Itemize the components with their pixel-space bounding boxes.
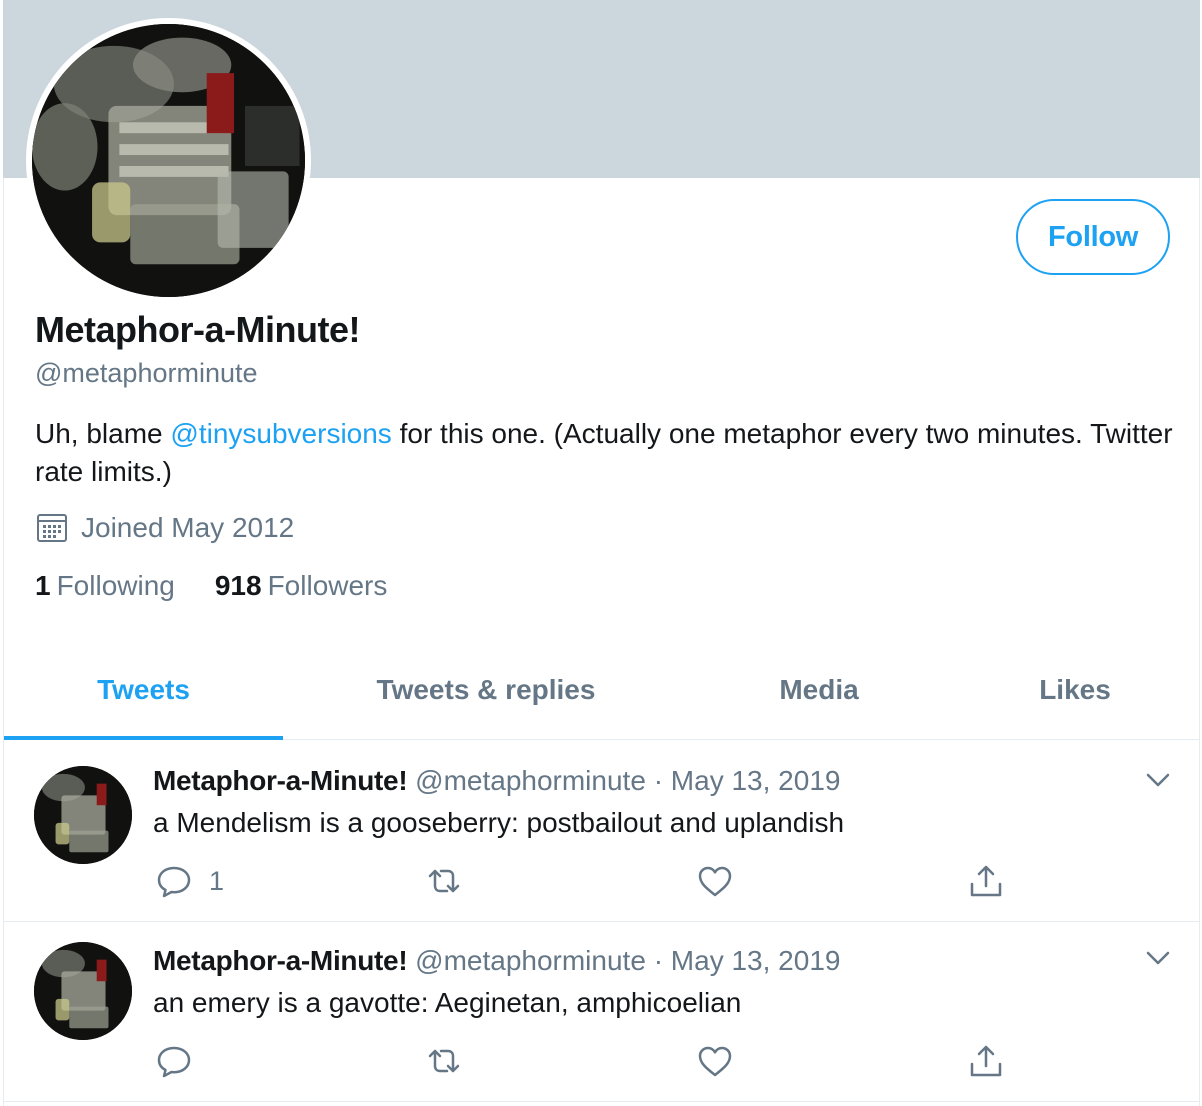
tweet[interactable]: Metaphor-a-Minute! @metaphorminute · May… xyxy=(3,921,1200,1102)
followers-count: 918 xyxy=(214,570,262,601)
reply-count: 1 xyxy=(209,865,225,896)
followers-link[interactable]: 918 Followers xyxy=(215,570,388,602)
tweet-date[interactable]: May 13, 2019 xyxy=(671,765,841,796)
following-count: 1 xyxy=(35,570,51,601)
tweet-separator: · xyxy=(653,945,664,976)
tweet-text: a Mendelism is a gooseberry: postbailout… xyxy=(153,807,845,838)
joined-label: Joined May 2012 xyxy=(81,512,295,543)
retweet-icon xyxy=(428,869,460,893)
follow-button[interactable]: Follow xyxy=(1016,199,1170,275)
reply-button[interactable] xyxy=(155,1042,209,1080)
tweet-header: Metaphor-a-Minute! @metaphorminute · May… xyxy=(153,765,840,797)
share-button[interactable] xyxy=(967,862,1005,900)
tweet-text: an emery is a gavotte: Aeginetan, amphic… xyxy=(153,987,742,1018)
share-button[interactable] xyxy=(967,1042,1005,1080)
profile-bio: Uh, blame @tinysubversions for this one.… xyxy=(35,415,1175,491)
tab-media[interactable]: Media xyxy=(688,640,950,740)
like-button[interactable] xyxy=(696,1042,734,1080)
share-icon xyxy=(970,865,1002,897)
follow-stats: 1 Following 918 Followers xyxy=(35,570,427,602)
avatar-photo xyxy=(32,24,305,297)
tab-likes[interactable]: Likes xyxy=(950,640,1200,740)
tweet-header: Metaphor-a-Minute! @metaphorminute · May… xyxy=(153,945,840,977)
tweet-avatar[interactable] xyxy=(34,942,132,1040)
tweet-author-name[interactable]: Metaphor-a-Minute! xyxy=(153,765,408,796)
chevron-down-icon[interactable] xyxy=(1143,765,1173,795)
profile-tabs: Tweets Tweets & replies Media Likes xyxy=(3,640,1200,740)
profile-handle: @metaphorminute xyxy=(35,358,258,388)
active-tab-indicator xyxy=(4,736,283,740)
retweet-button[interactable] xyxy=(425,1042,463,1080)
reply-icon xyxy=(157,1046,191,1078)
following-link[interactable]: 1 Following xyxy=(35,570,175,602)
like-button[interactable] xyxy=(696,862,734,900)
tweet-author-handle[interactable]: @metaphorminute xyxy=(415,945,646,976)
profile-avatar[interactable] xyxy=(26,18,311,303)
tweet-author-handle[interactable]: @metaphorminute xyxy=(415,765,646,796)
chevron-down-icon[interactable] xyxy=(1143,943,1173,973)
tweet-date[interactable]: May 13, 2019 xyxy=(671,945,841,976)
reply-icon xyxy=(157,866,191,898)
heart-icon xyxy=(698,1046,732,1077)
joined-date: Joined May 2012 xyxy=(35,511,294,545)
bio-text: Uh, blame xyxy=(35,418,171,449)
tweet[interactable]: Metaphor-a-Minute! @metaphorminute · May… xyxy=(3,741,1200,922)
followers-label: Followers xyxy=(267,570,388,601)
bio-mention-link[interactable]: @tinysubversions xyxy=(170,418,391,449)
share-icon xyxy=(970,1045,1002,1077)
tweet-author-name[interactable]: Metaphor-a-Minute! xyxy=(153,945,408,976)
tweet-separator: · xyxy=(653,765,664,796)
reply-button[interactable]: 1 xyxy=(155,862,224,900)
tab-tweets[interactable]: Tweets xyxy=(3,640,284,740)
tweet-avatar[interactable] xyxy=(34,766,132,864)
profile-name: Metaphor-a-Minute! xyxy=(35,309,360,350)
retweet-icon xyxy=(428,1049,460,1073)
tab-tweets-replies[interactable]: Tweets & replies xyxy=(284,640,688,740)
calendar-icon xyxy=(37,514,67,542)
following-label: Following xyxy=(56,570,175,601)
retweet-button[interactable] xyxy=(425,862,463,900)
heart-icon xyxy=(698,866,732,897)
